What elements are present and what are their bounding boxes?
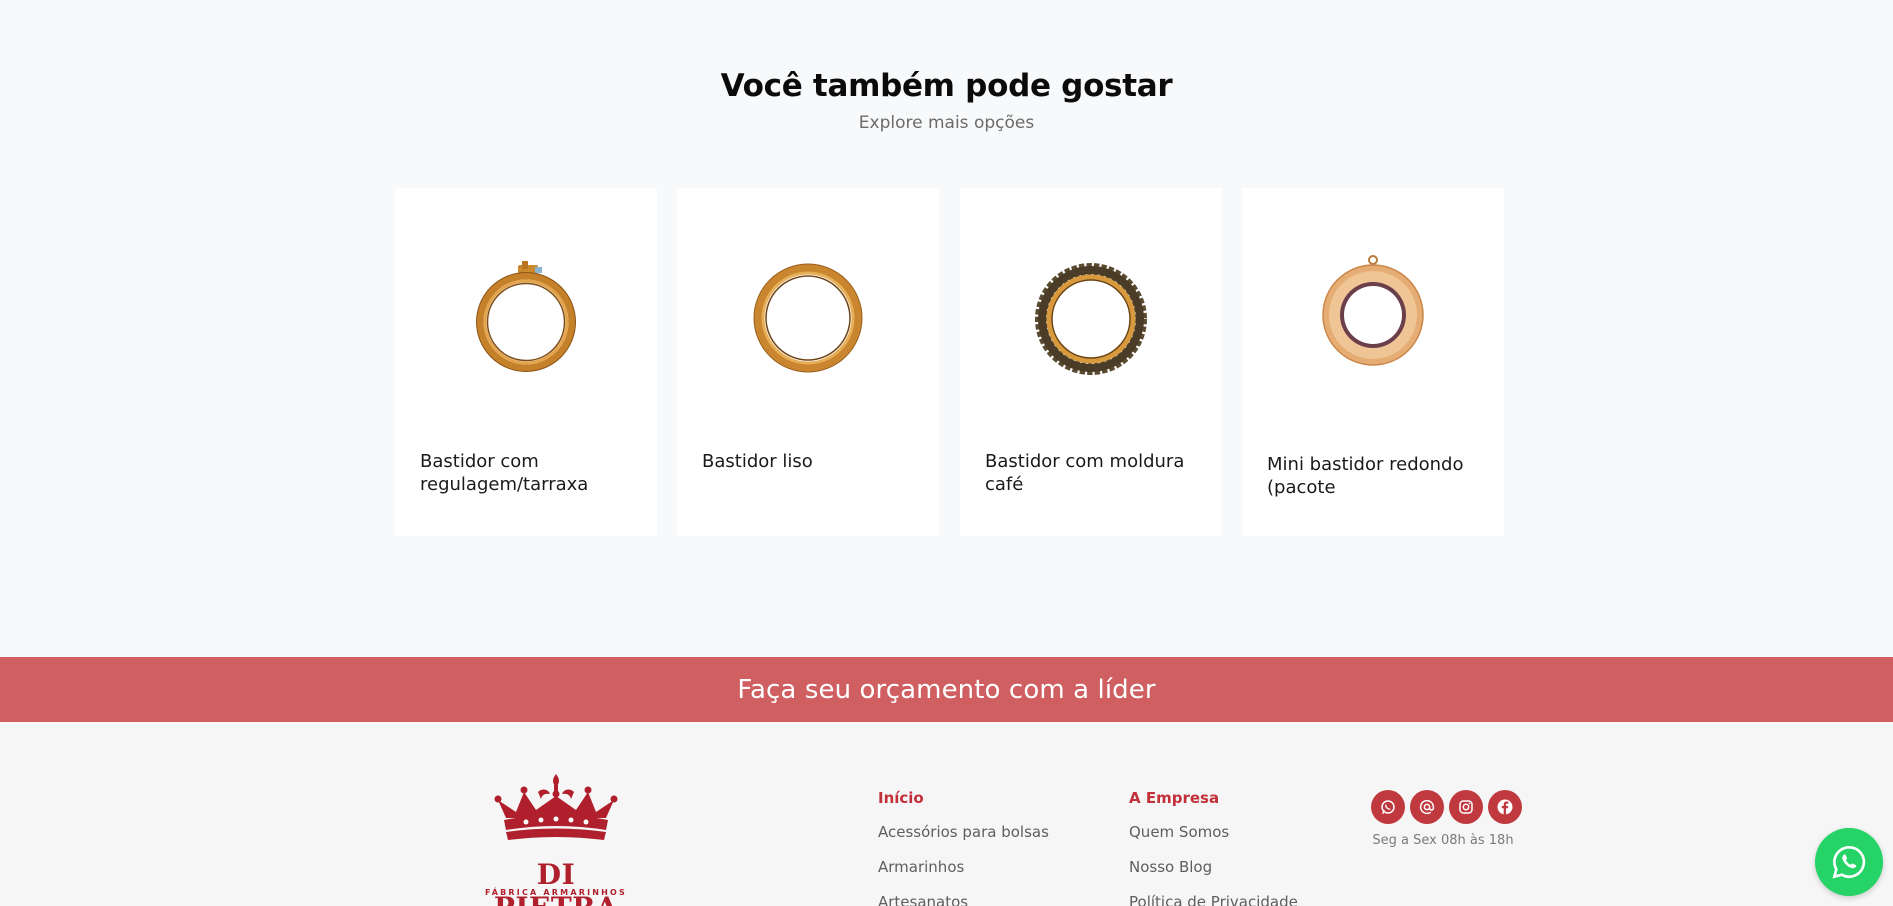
business-hours: Seg a Sex 08h às 18h [1372,833,1514,848]
brand-name[interactable]: DI PIETRA [476,858,636,906]
whatsapp-icon [1832,845,1866,879]
footer-link-inicio[interactable]: Início [878,789,1049,809]
product-card[interactable]: Bastidor liso [677,188,939,536]
brand-tagline: FÁBRICA ARMARINHOS [484,888,627,897]
section-subtitle: Explore mais opções [858,113,1035,133]
crown-icon [494,774,618,840]
footer-link[interactable]: Armarinhos [878,858,1049,879]
product-card[interactable]: Bastidor com moldura café [960,188,1222,536]
product-image[interactable] [1242,188,1504,448]
email-at-icon[interactable] [1410,790,1444,824]
section-title: Você também pode gostar [720,68,1173,104]
product-card[interactable]: Bastidor com regulagem/tarraxa [395,188,657,536]
product-name[interactable]: Bastidor liso [702,450,921,473]
social-links [1371,790,1522,824]
instagram-icon[interactable] [1449,790,1483,824]
quote-cta-banner[interactable]: Faça seu orçamento com a líder [0,657,1893,722]
facebook-icon[interactable] [1488,790,1522,824]
whatsapp-float-button[interactable] [1815,828,1883,896]
footer-nav-inicio: Início Acessórios para bolsas Armarinhos… [878,789,1049,906]
related-products-section: Você também pode gostar Explore mais opç… [0,0,1893,657]
product-image[interactable] [677,188,939,448]
footer-nav-empresa: A Empresa Quem Somos Nosso Blog Política… [1129,789,1298,906]
product-name[interactable]: Bastidor com regulagem/tarraxa [420,450,639,496]
footer-link[interactable]: Política de Privacidade [1129,893,1298,906]
footer-link[interactable]: Nosso Blog [1129,858,1298,879]
footer-link[interactable]: Acessórios para bolsas [878,823,1049,844]
product-name[interactable]: Bastidor com moldura café [985,450,1204,496]
product-card[interactable]: Mini bastidor redondo (pacote [1242,188,1504,536]
product-name[interactable]: Mini bastidor redondo (pacote [1267,453,1486,499]
quote-cta-label[interactable]: Faça seu orçamento com a líder [737,675,1155,705]
footer-link[interactable]: Artesanatos [878,893,1049,906]
whatsapp-icon[interactable] [1371,790,1405,824]
product-image[interactable] [960,188,1222,448]
product-image[interactable] [395,188,657,448]
footer-link-a-empresa[interactable]: A Empresa [1129,789,1298,809]
footer-link[interactable]: Quem Somos [1129,823,1298,844]
